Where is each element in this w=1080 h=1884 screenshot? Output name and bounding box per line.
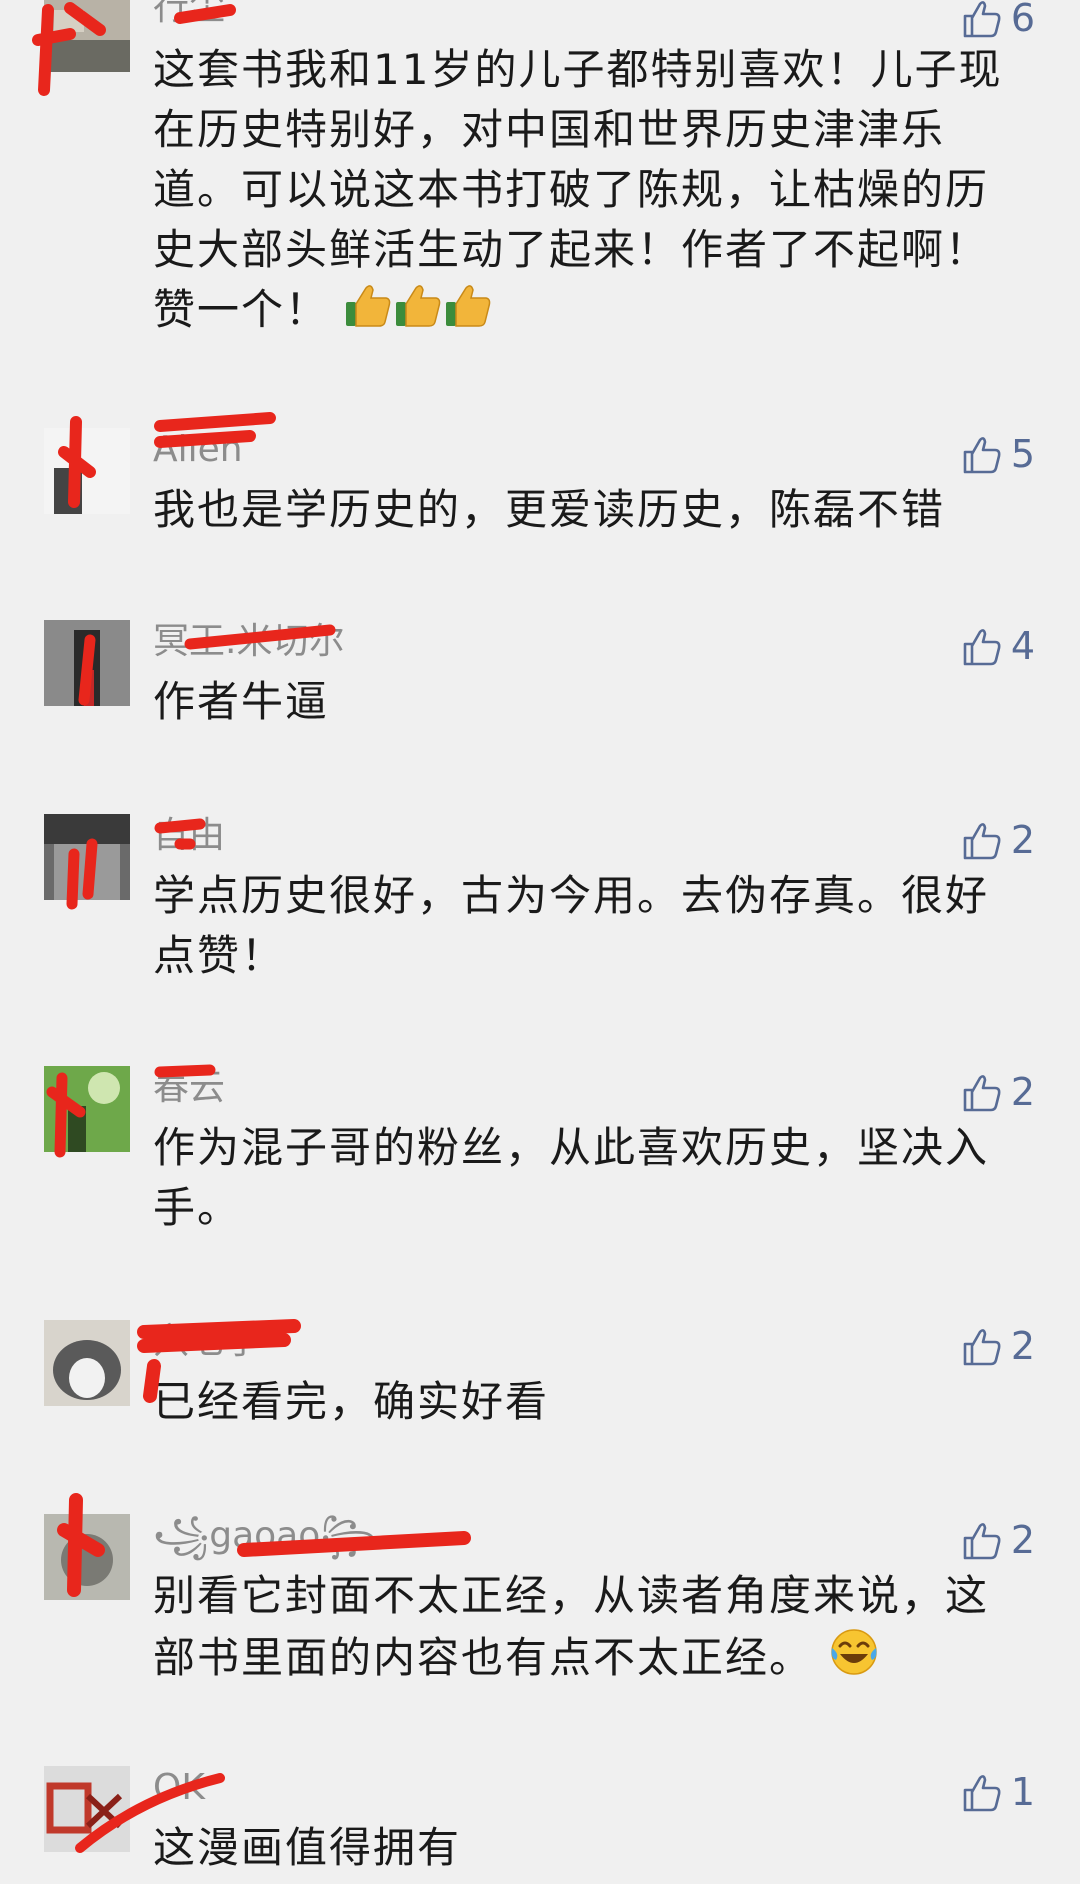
comment-item: 春云 2 作为混子哥的粉丝，从此喜欢历史，坚决入手。 xyxy=(0,1064,1080,1246)
avatar[interactable] xyxy=(44,1766,130,1852)
username[interactable]: 春云 xyxy=(153,1066,225,1110)
avatar[interactable] xyxy=(44,814,130,900)
avatar[interactable] xyxy=(44,0,130,72)
comment-text: 已经看完，确实好看 xyxy=(153,1377,550,1426)
like-count: 2 xyxy=(1010,1070,1035,1114)
thumbs-up-emoji-icon xyxy=(344,280,494,346)
username[interactable]: ꧁gaoao꧂ xyxy=(153,1514,377,1558)
comment-text: 学点历史很好，古为今用。去伪存真。很好点赞！ xyxy=(153,871,990,980)
comment-text: 作为混子哥的粉丝，从此喜欢历史，坚决入手。 xyxy=(153,1123,990,1232)
like-button[interactable]: 1 xyxy=(959,1770,1035,1814)
like-count: 2 xyxy=(1010,1518,1035,1562)
like-button[interactable]: 2 xyxy=(959,1324,1035,1368)
thumbs-up-icon xyxy=(963,1775,1001,1812)
avatar[interactable] xyxy=(44,1320,130,1406)
comment-body: 这套书我和11岁的儿子都特别喜欢！儿子现在历史特别好，对中国和世界历史津津乐道。… xyxy=(153,45,1003,334)
like-count: 2 xyxy=(1010,1324,1035,1368)
like-count: 1 xyxy=(1010,1770,1035,1814)
like-button[interactable]: 2 xyxy=(959,1518,1035,1562)
like-button[interactable]: 2 xyxy=(959,1070,1035,1114)
comment-item: ꧁gaoao꧂ 2 别看它封面不太正经，从读者角度来说，这部书里面的内容也有点不… xyxy=(0,1493,1080,1694)
username[interactable]: 行尘 xyxy=(153,0,225,30)
like-button[interactable]: 5 xyxy=(959,432,1035,476)
like-count: 2 xyxy=(1010,818,1035,862)
comment-text: 这套书我和11岁的儿子都特别喜欢！儿子现在历史特别好，对中国和世界历史津津乐道。… xyxy=(153,40,1023,346)
username[interactable]: Allen xyxy=(153,428,243,472)
avatar[interactable] xyxy=(44,1514,130,1600)
thumbs-up-icon xyxy=(963,823,1001,860)
comment-item: 冥王.米切尔 4 作者牛逼 xyxy=(0,620,1080,726)
thumbs-up-icon xyxy=(963,629,1001,666)
comment-item: 行尘 6 这套书我和11岁的儿子都特别喜欢！儿子现在历史特别好，对中国和世界历史… xyxy=(0,0,1080,334)
comment-text: 我也是学历史的，更爱读历史，陈磊不错 xyxy=(153,485,946,534)
thumbs-up-icon xyxy=(963,1329,1001,1366)
comment-item: Allen 5 我也是学历史的，更爱读历史，陈磊不错 xyxy=(0,412,1080,534)
like-count: 5 xyxy=(1010,432,1035,476)
like-button[interactable]: 2 xyxy=(959,818,1035,862)
username[interactable]: 冥王.米切尔 xyxy=(153,620,344,664)
avatar[interactable] xyxy=(44,620,130,706)
comment-item: OK 1 这漫画值得拥有 xyxy=(0,1766,1080,1876)
avatar[interactable] xyxy=(44,428,130,514)
username[interactable]: OK xyxy=(153,1766,205,1810)
laughing-tears-emoji-icon xyxy=(828,1626,880,1694)
comment-text: 这漫画值得拥有 xyxy=(153,1823,462,1872)
comment-text: 别看它封面不太正经，从读者角度来说，这部书里面的内容也有点不太正经。 xyxy=(153,1566,1023,1694)
like-count: 6 xyxy=(1010,0,1035,40)
like-count: 4 xyxy=(1010,624,1035,668)
thumbs-up-icon xyxy=(963,437,1001,474)
thumbs-up-icon xyxy=(963,1075,1001,1112)
comment-text: 作者牛逼 xyxy=(153,677,330,726)
thumbs-up-icon xyxy=(963,1523,1001,1560)
comment-item: 穴七子 2 已经看完，确实好看 xyxy=(0,1319,1080,1426)
comment-item: 自由 2 学点历史很好，古为今用。去伪存真。很好点赞！ xyxy=(0,814,1080,994)
like-button[interactable]: 6 xyxy=(959,0,1035,40)
like-button[interactable]: 4 xyxy=(959,624,1035,668)
avatar[interactable] xyxy=(44,1066,130,1152)
username[interactable]: 自由 xyxy=(153,814,225,858)
thumbs-up-icon xyxy=(963,1,1001,38)
username[interactable]: 穴七子 xyxy=(153,1320,261,1364)
